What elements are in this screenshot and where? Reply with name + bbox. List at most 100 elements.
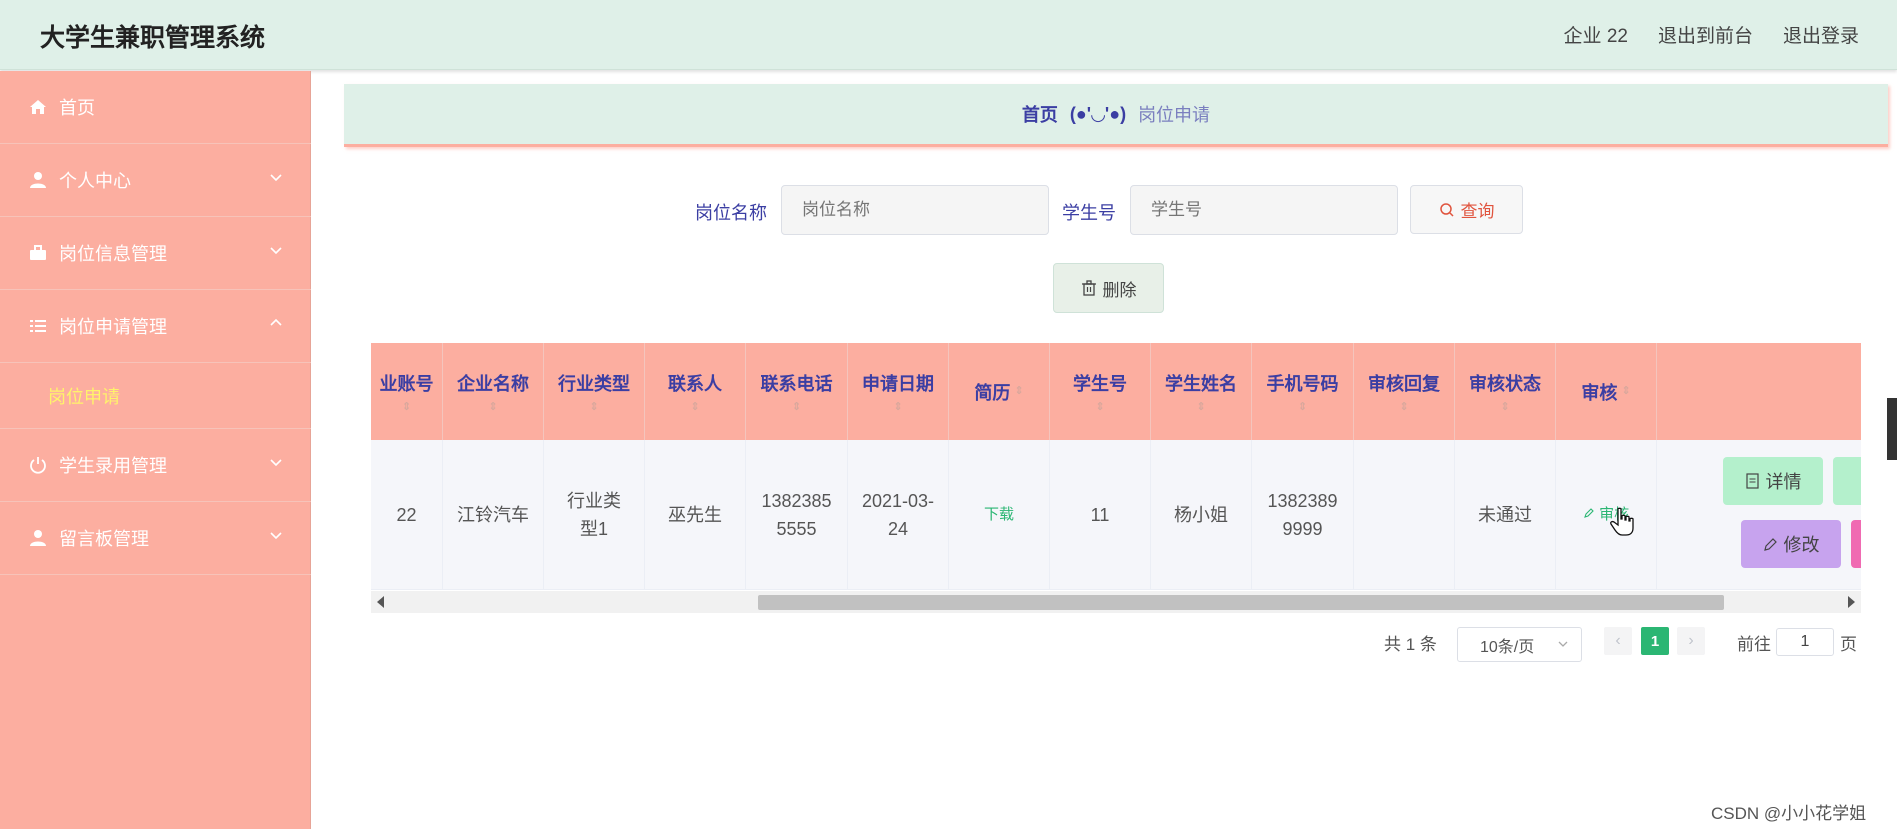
sidebar-item-label: 岗位申请 bbox=[48, 386, 120, 407]
sort-icon[interactable]: ⇕ bbox=[1621, 386, 1630, 397]
detail-button[interactable]: 详情 bbox=[1723, 457, 1823, 505]
column-header[interactable]: 审核回复 ⇕ bbox=[1354, 343, 1455, 440]
sort-icon[interactable]: ⇕ bbox=[1399, 402, 1408, 413]
cell-contact: 巫先生 bbox=[645, 440, 746, 590]
sort-icon[interactable]: ⇕ bbox=[488, 402, 497, 413]
sidebar-item-label: 岗位申请管理 bbox=[59, 317, 167, 337]
sidebar-item-home[interactable]: 首页 bbox=[0, 71, 311, 144]
column-header[interactable]: 手机号码 ⇕ bbox=[1252, 343, 1354, 440]
sidebar-item-label: 留言板管理 bbox=[59, 529, 149, 549]
sort-icon[interactable]: ⇕ bbox=[1196, 402, 1205, 413]
column-header-actions: 操作 bbox=[1657, 343, 1861, 440]
applications-table: 业账号 ⇕ 企业名称 ⇕ 行业类型 ⇕ 联系人 ⇕ 联系电话 ⇕ 申请日期 ⇕ 简历 ⇕ 学生… bbox=[371, 343, 1861, 613]
sort-icon[interactable]: ⇕ bbox=[1298, 402, 1307, 413]
trash-icon bbox=[1081, 280, 1096, 296]
prev-page-button[interactable]: ‹ bbox=[1604, 627, 1632, 655]
side-handle bbox=[1887, 398, 1897, 460]
cell-status: 未通过 bbox=[1455, 440, 1556, 590]
sidebar-item-label: 个人中心 bbox=[59, 171, 131, 191]
edit-button[interactable]: 修改 bbox=[1741, 520, 1841, 568]
top-header: 大学生兼职管理系统 企业 22 退出到前台 退出登录 bbox=[0, 0, 1897, 70]
cell-account: 22 bbox=[371, 440, 443, 590]
query-button[interactable]: 查询 bbox=[1410, 185, 1523, 234]
breadcrumb-home[interactable]: 首页 bbox=[1022, 101, 1058, 127]
download-resume-link[interactable]: 下载 bbox=[984, 501, 1014, 529]
page-suffix: 页 bbox=[1840, 635, 1857, 654]
sort-icon[interactable]: ⇕ bbox=[1500, 402, 1509, 413]
sort-icon[interactable]: ⇕ bbox=[893, 402, 902, 413]
home-icon bbox=[28, 97, 48, 117]
column-header[interactable]: 学生姓名 ⇕ bbox=[1151, 343, 1252, 440]
cell-industry: 行业类型1 bbox=[544, 440, 645, 590]
chevron-down-icon bbox=[270, 459, 282, 467]
cell-student-no: 11 bbox=[1050, 440, 1151, 590]
sidebar-item-job-info[interactable]: 岗位信息管理 bbox=[0, 217, 311, 290]
page-size-select[interactable]: 10条/页 bbox=[1457, 627, 1582, 662]
sort-icon[interactable]: ⇕ bbox=[690, 402, 699, 413]
job-name-label: 岗位名称 bbox=[695, 203, 767, 223]
sort-icon[interactable]: ⇕ bbox=[402, 402, 411, 413]
horizontal-scrollbar[interactable] bbox=[371, 591, 1861, 613]
pencil-icon bbox=[1763, 537, 1777, 551]
column-header[interactable]: 业账号 ⇕ bbox=[371, 343, 443, 440]
column-header[interactable]: 联系人 ⇕ bbox=[645, 343, 746, 440]
table-row: 22 江铃汽车 行业类型1 巫先生 13823855555 2021-03-24… bbox=[371, 440, 1861, 590]
current-user[interactable]: 企业 22 bbox=[1564, 21, 1628, 48]
sidebar: 首页 个人中心 岗位信息管理 岗位申请管理 岗位申请 学生录用管理 留言板管理 bbox=[0, 71, 311, 829]
query-button-label: 查询 bbox=[1460, 202, 1495, 221]
chevron-down-icon bbox=[270, 532, 282, 540]
sidebar-item-personal-center[interactable]: 个人中心 bbox=[0, 144, 311, 217]
table-header: 业账号 ⇕ 企业名称 ⇕ 行业类型 ⇕ 联系人 ⇕ 联系电话 ⇕ 申请日期 ⇕ 简历 ⇕ 学生… bbox=[371, 343, 1861, 440]
user-icon bbox=[28, 528, 48, 548]
briefcase-icon bbox=[28, 243, 48, 263]
goto-page-input[interactable] bbox=[1776, 628, 1834, 656]
goto-label: 前往 bbox=[1737, 635, 1771, 654]
column-header[interactable]: 简历 ⇕ bbox=[949, 343, 1050, 440]
scroll-right-icon[interactable] bbox=[1848, 596, 1855, 608]
cell-resume: 下载 bbox=[949, 440, 1050, 590]
chevron-up-icon bbox=[270, 318, 282, 326]
next-page-button[interactable]: › bbox=[1677, 627, 1705, 655]
sort-icon[interactable]: ⇕ bbox=[1014, 386, 1023, 397]
column-header[interactable]: 联系电话 ⇕ bbox=[746, 343, 848, 440]
sidebar-item-job-application[interactable]: 岗位申请 bbox=[0, 363, 311, 429]
cell-apply-date: 2021-03-24 bbox=[848, 440, 949, 590]
delete-row-button[interactable] bbox=[1851, 520, 1861, 568]
delete-button-label: 删除 bbox=[1102, 280, 1137, 300]
current-page[interactable]: 1 bbox=[1641, 627, 1669, 655]
scrollbar-thumb[interactable] bbox=[758, 595, 1724, 610]
sort-icon[interactable]: ⇕ bbox=[589, 402, 598, 413]
sidebar-item-student-hire-mgmt[interactable]: 学生录用管理 bbox=[0, 429, 311, 502]
cell-phone: 13823855555 bbox=[746, 440, 848, 590]
student-no-label: 学生号 bbox=[1062, 203, 1116, 223]
column-header[interactable]: 申请日期 ⇕ bbox=[848, 343, 949, 440]
column-header[interactable]: 行业类型 ⇕ bbox=[544, 343, 645, 440]
page-size-value: 10条/页 bbox=[1480, 638, 1535, 656]
document-icon bbox=[1745, 473, 1759, 489]
detail-button-label: 详情 bbox=[1765, 472, 1802, 492]
list-icon bbox=[28, 316, 48, 336]
breadcrumb-separator: (●'◡'●) bbox=[1069, 103, 1127, 124]
column-header[interactable]: 审核 ⇕ bbox=[1556, 343, 1657, 440]
back-to-front-link[interactable]: 退出到前台 bbox=[1658, 21, 1753, 48]
column-header[interactable]: 审核状态 ⇕ bbox=[1455, 343, 1556, 440]
sidebar-item-label: 岗位信息管理 bbox=[59, 244, 167, 264]
sidebar-item-job-application-mgmt[interactable]: 岗位申请管理 bbox=[0, 290, 311, 363]
extra-action-button[interactable] bbox=[1833, 457, 1861, 505]
sidebar-item-message-board[interactable]: 留言板管理 bbox=[0, 502, 311, 575]
column-header[interactable]: 企业名称 ⇕ bbox=[443, 343, 544, 440]
chevron-down-icon bbox=[270, 174, 282, 182]
job-name-input[interactable] bbox=[781, 185, 1049, 235]
delete-button[interactable]: 删除 bbox=[1053, 263, 1164, 313]
watermark: CSDN @小小花学姐 bbox=[1711, 804, 1867, 823]
logout-link[interactable]: 退出登录 bbox=[1783, 21, 1859, 48]
column-header[interactable]: 学生号 ⇕ bbox=[1050, 343, 1151, 440]
user-icon bbox=[28, 170, 48, 190]
edit-icon bbox=[1584, 508, 1594, 518]
sort-icon[interactable]: ⇕ bbox=[1095, 402, 1104, 413]
student-no-input[interactable] bbox=[1130, 185, 1398, 235]
scroll-left-icon[interactable] bbox=[377, 596, 384, 608]
sort-icon[interactable]: ⇕ bbox=[792, 402, 801, 413]
breadcrumb-current: 岗位申请 bbox=[1138, 105, 1211, 125]
cell-company: 江铃汽车 bbox=[443, 440, 544, 590]
